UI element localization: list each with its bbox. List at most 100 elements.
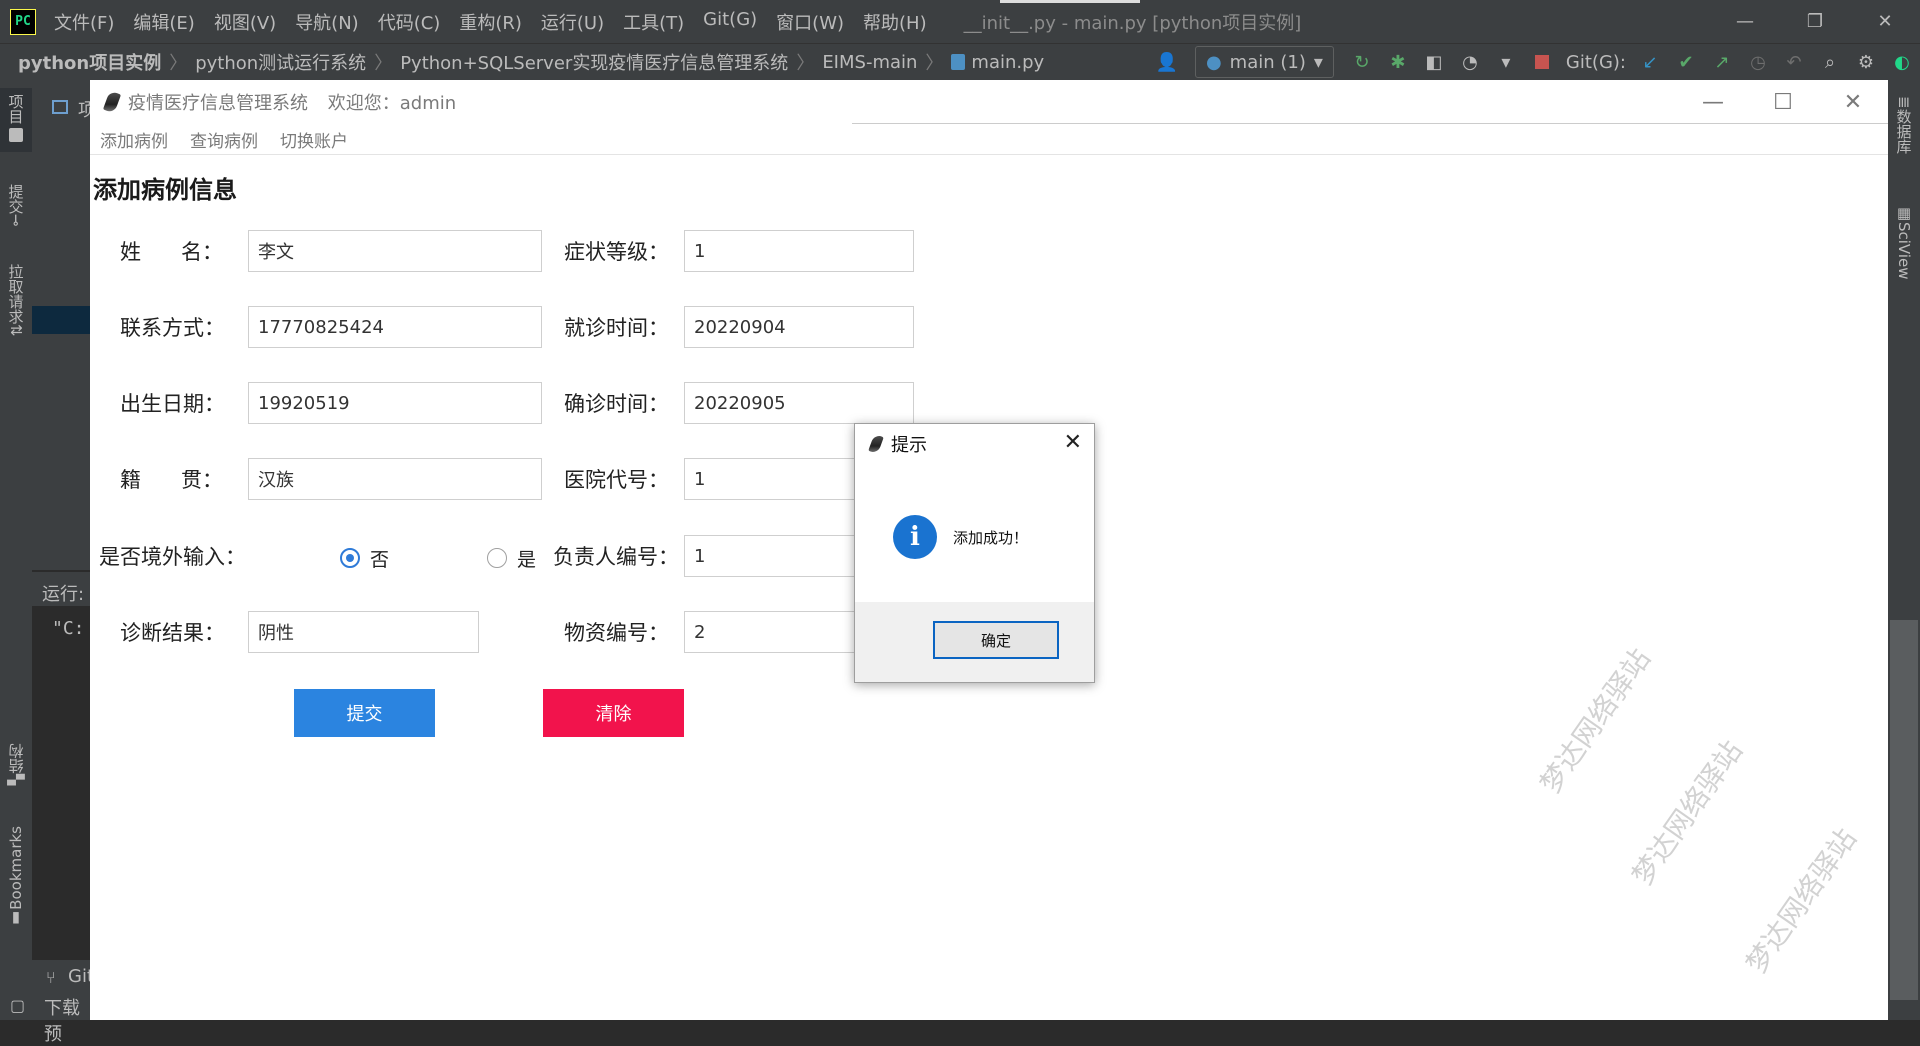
python-file-icon (951, 54, 966, 70)
tab-structure[interactable]: ▚ 结构 (0, 738, 32, 792)
severity-label: 症状等级： (564, 240, 669, 264)
breadcrumb-folder-project[interactable]: Python+SQLServer实现疫情医疗信息管理系统 (400, 49, 788, 75)
name-field[interactable]: 李文 (248, 230, 542, 272)
origin-label: 籍 贯： (120, 468, 224, 492)
menu-git[interactable]: Git(G) (703, 9, 757, 35)
tab-commit[interactable]: 提交 ⊸ (0, 178, 32, 233)
diagnosis-field[interactable]: 阴性 (248, 611, 479, 653)
menu-window[interactable]: 窗口(W) (776, 9, 844, 35)
tab-database[interactable]: ≣ 数据库 (1888, 90, 1920, 160)
git-push-icon[interactable]: ↗ (1708, 48, 1736, 76)
jetbrains-logo-icon[interactable]: ◐ (1888, 48, 1916, 76)
breadcrumb-folder-eims[interactable]: EIMS-main (822, 52, 917, 73)
git-history-icon[interactable]: ◷ (1744, 48, 1772, 76)
menu-refactor[interactable]: 重构(R) (459, 9, 522, 35)
birth-date-field[interactable]: 19920519 (248, 382, 542, 424)
watermark-text: 梦达网络驿站 (1739, 822, 1863, 980)
menu-edit[interactable]: 编辑(E) (133, 9, 194, 35)
menu-file[interactable]: 文件(F) (54, 9, 114, 35)
app-window-title: 疫情医疗信息管理系统 欢迎您：admin (128, 89, 456, 115)
radio-imported-yes[interactable] (487, 548, 507, 568)
project-tree-selection[interactable] (32, 306, 90, 334)
origin-field[interactable]: 汉族 (248, 458, 542, 500)
breadcrumb-project[interactable]: python项目实例 (18, 49, 161, 75)
bottom-download-tab[interactable]: 下载预 (44, 994, 90, 1046)
phone-field[interactable]: 17770825424 (248, 306, 542, 348)
clear-button[interactable]: 清除 (543, 689, 684, 737)
menu-add-case[interactable]: 添加病例 (100, 127, 168, 152)
ide-window-controls: — ❐ ✕ (1710, 0, 1920, 43)
gear-icon[interactable]: ⚙ (1852, 48, 1880, 76)
visit-time-field[interactable]: 20220904 (684, 306, 914, 348)
menu-run[interactable]: 运行(U) (541, 9, 604, 35)
breadcrumb-folder-system[interactable]: python测试运行系统 (195, 49, 366, 75)
breadcrumb-separator-icon: 〉 (925, 53, 944, 74)
tab-sciview[interactable]: ▦ SciView (1888, 198, 1920, 286)
commit-icon: ⊸ (7, 214, 25, 227)
welcome-text: 欢迎您：admin (327, 93, 457, 114)
stop-icon[interactable] (1528, 48, 1556, 76)
radio-imported-no[interactable] (340, 548, 360, 568)
bookmark-icon: ▮ (7, 909, 25, 928)
manager-id-label: 负责人编号： (553, 545, 679, 569)
tab-project[interactable]: 项目 (0, 88, 32, 152)
diagnosis-label: 诊断结果： (120, 621, 225, 645)
menu-view[interactable]: 视图(V) (214, 9, 276, 35)
tab-pull-requests[interactable]: 拉取请求 ⇅ (0, 258, 32, 343)
app-menubar: 添加病例 查询病例 切换账户 (90, 124, 1888, 155)
user-icon[interactable]: 👤 (1153, 48, 1181, 76)
app-minimize-button[interactable]: — (1678, 80, 1748, 124)
run-config-select[interactable]: ● main (1) ▾ (1194, 46, 1334, 78)
menu-code[interactable]: 代码(C) (378, 9, 441, 35)
menu-help[interactable]: 帮助(H) (863, 9, 927, 35)
confirm-time-field[interactable]: 20220905 (684, 382, 914, 424)
ide-restore-button[interactable]: ❐ (1780, 0, 1850, 43)
menu-switch-account[interactable]: 切换账户 (280, 127, 348, 152)
ide-menubar: 文件(F) 编辑(E) 视图(V) 导航(N) 代码(C) 重构(R) 运行(U… (54, 9, 946, 35)
python-icon: ● (1205, 51, 1222, 73)
message-dialog: 提示 ✕ i 添加成功！ 确定 (854, 423, 1095, 683)
run-config-label: main (1) (1229, 51, 1306, 73)
breadcrumb: python项目实例 〉 python测试运行系统 〉 Python+SQLSe… (18, 49, 1044, 75)
editor-scrollbar[interactable] (1890, 620, 1918, 1000)
coverage-icon[interactable]: ◧ (1420, 48, 1448, 76)
app-titlebar: 疫情医疗信息管理系统 欢迎您：admin — ☐ ✕ (90, 80, 1888, 124)
page-title: 添加病例信息 (93, 176, 237, 204)
confirm-time-label: 确诊时间： (564, 392, 669, 416)
app-maximize-button[interactable]: ☐ (1748, 80, 1818, 124)
run-output-text: "C: (52, 618, 85, 639)
layout-icon: ▢ (10, 996, 26, 1015)
ide-minimize-button[interactable]: — (1710, 0, 1780, 43)
folder-icon (9, 128, 23, 142)
git-rollback-icon[interactable]: ↶ (1780, 48, 1808, 76)
profile-icon[interactable]: ◔ (1456, 48, 1484, 76)
git-branch-icon: ⑂ (46, 968, 56, 987)
menu-navigate[interactable]: 导航(N) (295, 9, 359, 35)
git-update-icon[interactable]: ↙ (1636, 48, 1664, 76)
ok-button[interactable]: 确定 (933, 621, 1059, 659)
severity-field[interactable]: 1 (684, 230, 914, 272)
feather-icon (868, 433, 884, 455)
debug-icon[interactable]: ✱ (1384, 48, 1412, 76)
birth-date-label: 出生日期： (120, 392, 225, 416)
name-label: 姓 名： (120, 240, 224, 264)
more-run-chevron-icon[interactable]: ▾ (1492, 48, 1520, 76)
pycharm-logo: PC (10, 8, 36, 35)
app-window-controls: — ☐ ✕ (1678, 80, 1888, 124)
menu-query-case[interactable]: 查询病例 (190, 127, 258, 152)
radio-yes-label: 是 (517, 549, 537, 571)
search-icon[interactable]: ⌕ (1816, 48, 1844, 76)
ide-close-button[interactable]: ✕ (1850, 0, 1920, 43)
menu-tools[interactable]: 工具(T) (623, 9, 684, 35)
app-title-text: 疫情医疗信息管理系统 (128, 93, 308, 114)
rerun-icon[interactable]: ↻ (1348, 48, 1376, 76)
breadcrumb-file[interactable]: main.py (971, 52, 1044, 73)
chevron-down-icon: ▾ (1313, 51, 1323, 73)
git-commit-icon[interactable]: ✔ (1672, 48, 1700, 76)
app-close-button[interactable]: ✕ (1818, 80, 1888, 124)
radio-no-label: 否 (370, 549, 390, 571)
tab-bookmarks[interactable]: ▮ Bookmarks (0, 820, 32, 934)
phone-label: 联系方式： (120, 316, 225, 340)
submit-button[interactable]: 提交 (294, 689, 435, 737)
dialog-close-icon[interactable]: ✕ (1064, 430, 1082, 455)
